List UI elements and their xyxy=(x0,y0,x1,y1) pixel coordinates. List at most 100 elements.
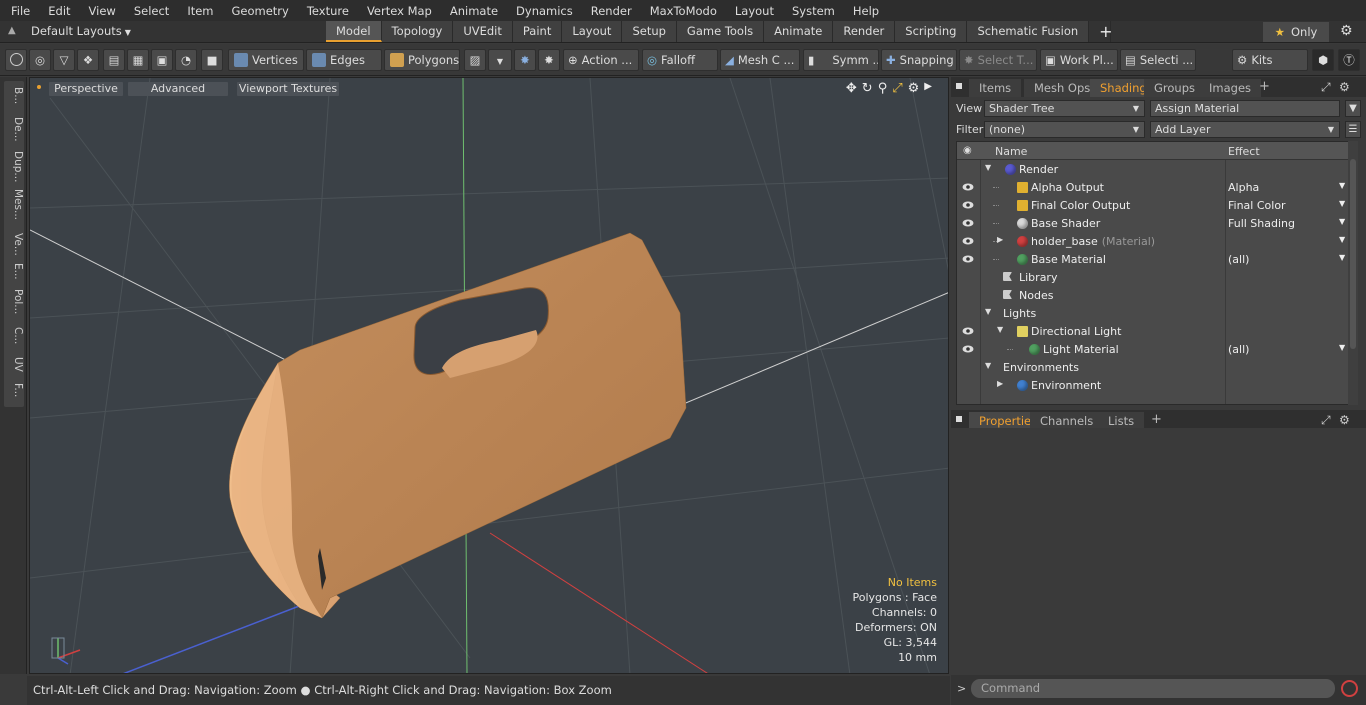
tab-uvedit[interactable]: UVEdit xyxy=(453,21,513,42)
tool-tab-4[interactable]: Ve... xyxy=(4,231,24,256)
item-mode-button[interactable]: ■ xyxy=(201,49,223,71)
shader-tree-row[interactable]: Base Shader Full Shading ▼ xyxy=(957,215,1348,233)
effect-column-header[interactable]: Effect xyxy=(1228,145,1260,158)
tool-tab-6[interactable]: Pol... xyxy=(4,287,24,314)
shader-tree-row[interactable]: Nodes xyxy=(957,287,1348,305)
tab-scripting[interactable]: Scripting xyxy=(895,21,968,42)
viewport-expand-icon[interactable]: ▶ xyxy=(924,81,932,96)
layer-effect[interactable]: (all) xyxy=(1228,343,1249,356)
maximize-view-icon[interactable]: ⤢ xyxy=(892,81,902,96)
symmetry-b-button[interactable]: ✸ xyxy=(538,49,560,71)
layer-effect[interactable]: Alpha xyxy=(1228,181,1259,194)
assign-material-button[interactable]: Assign Material xyxy=(1150,100,1340,117)
effect-dropdown-icon[interactable]: ▼ xyxy=(1339,343,1345,352)
shader-tree-row[interactable]: ▼ Directional Light xyxy=(957,323,1348,341)
menu-vertex-map[interactable]: Vertex Map xyxy=(355,4,438,18)
command-input[interactable]: Command xyxy=(971,679,1335,698)
panel-tab-images[interactable]: Images xyxy=(1199,79,1262,97)
name-column-header[interactable]: Name xyxy=(995,145,1027,158)
menu-animate[interactable]: Animate xyxy=(438,4,504,18)
effect-dropdown-icon[interactable]: ▼ xyxy=(1339,181,1345,190)
viewport-3d[interactable]: Perspective Advanced Viewport Textures ✥… xyxy=(29,77,949,674)
add-tab-icon[interactable]: + xyxy=(1151,412,1162,427)
maximize-panel-icon[interactable]: ⤢ xyxy=(1321,413,1331,428)
panel-tab-mesh-ops[interactable]: Mesh Ops xyxy=(1024,79,1101,97)
move-view-icon[interactable]: ✥ xyxy=(846,81,857,96)
only-button[interactable]: ★ Only xyxy=(1263,22,1329,42)
unity-button[interactable]: ⬢ xyxy=(1312,49,1334,71)
effect-dropdown-icon[interactable]: ▼ xyxy=(1339,199,1345,208)
tab-topology[interactable]: Topology xyxy=(381,21,454,42)
polygons-button[interactable]: Polygons xyxy=(384,49,460,71)
shader-tree-row[interactable]: Light Material (all) ▼ xyxy=(957,341,1348,359)
maximize-panel-icon[interactable]: ⤢ xyxy=(1321,80,1331,95)
viewport-canvas[interactable] xyxy=(30,78,949,674)
panel-gear-icon[interactable]: ⚙ xyxy=(1339,413,1350,427)
menu-dynamics[interactable]: Dynamics xyxy=(504,4,579,18)
align-tool[interactable]: ▤ xyxy=(103,49,125,71)
collapse-arrow-icon[interactable]: ▼ xyxy=(985,163,991,172)
menu-texture[interactable]: Texture xyxy=(295,4,355,18)
menu-file[interactable]: File xyxy=(0,4,36,18)
layout-selector[interactable]: Default Layouts ▼ xyxy=(31,24,131,38)
record-macro-icon[interactable] xyxy=(1341,680,1358,697)
view-select[interactable]: Shader Tree ▼ xyxy=(984,100,1145,117)
visibility-eye-icon[interactable] xyxy=(962,326,974,336)
layer-effect[interactable]: (all) xyxy=(1228,253,1249,266)
mode-dropdown[interactable]: ▼ xyxy=(488,49,512,71)
effect-dropdown-icon[interactable]: ▼ xyxy=(1339,253,1345,262)
visibility-eye-icon[interactable] xyxy=(962,182,974,192)
visibility-eye-icon[interactable] xyxy=(962,254,974,264)
tab-paint[interactable]: Paint xyxy=(512,21,563,42)
snapping-button[interactable]: ✚ Snapping xyxy=(881,49,957,71)
menu-select[interactable]: Select xyxy=(122,4,175,18)
menu-system[interactable]: System xyxy=(780,4,841,18)
unreal-button[interactable]: Ⓣ xyxy=(1338,49,1360,71)
selection-sets-button[interactable]: ▤ Selecti ... xyxy=(1120,49,1196,71)
tab-setup[interactable]: Setup xyxy=(622,21,677,42)
add-layout-tab-icon[interactable]: + xyxy=(1089,21,1113,42)
visibility-eye-icon[interactable] xyxy=(962,218,974,228)
panel-tab-groups[interactable]: Groups xyxy=(1144,79,1206,97)
viewport-textures-button[interactable]: Viewport Textures xyxy=(237,82,339,96)
shader-tree-row[interactable]: ▼ Render xyxy=(957,161,1348,179)
tab-layout[interactable]: Layout xyxy=(562,21,623,42)
work-plane-button[interactable]: ▣ Work Pl... xyxy=(1040,49,1118,71)
rotate-view-icon[interactable]: ↻ xyxy=(862,81,873,96)
menu-item[interactable]: Item xyxy=(175,4,219,18)
effect-dropdown-icon[interactable]: ▼ xyxy=(1339,235,1345,244)
frame-tool[interactable]: ▣ xyxy=(151,49,173,71)
symmetry-a-button[interactable]: ✸ xyxy=(514,49,536,71)
gear-icon[interactable]: ⚙ xyxy=(1340,23,1353,39)
shader-tree-row[interactable]: Base Material (all) ▼ xyxy=(957,251,1348,269)
tab-render[interactable]: Render xyxy=(833,21,896,42)
collapse-arrow-icon[interactable]: ▼ xyxy=(985,361,991,370)
expand-arrow-icon[interactable]: ▶ xyxy=(997,235,1003,244)
shader-tree-row[interactable]: ▶ holder_base (Material) ▼ xyxy=(957,233,1348,251)
layer-effect[interactable]: Full Shading xyxy=(1228,217,1295,230)
tool-tab-0[interactable]: B... xyxy=(4,85,24,104)
edges-button[interactable]: Edges xyxy=(306,49,382,71)
shader-tree-row[interactable]: Final Color Output Final Color ▼ xyxy=(957,197,1348,215)
shading-mode-button[interactable]: Advanced xyxy=(128,82,228,96)
shader-tree-row[interactable]: ▼ Lights xyxy=(957,305,1348,323)
viewport-menu-dot[interactable] xyxy=(37,85,41,89)
tool-tab-9[interactable]: F... xyxy=(4,381,24,397)
falloff-button[interactable]: ◎ Falloff xyxy=(642,49,718,71)
collapse-arrow-icon[interactable]: ▼ xyxy=(997,325,1003,334)
add-tab-icon[interactable]: + xyxy=(1259,79,1270,94)
panel-tab-items[interactable]: Items xyxy=(969,79,1022,97)
shader-tree-row[interactable]: ▶ Environment xyxy=(957,377,1348,395)
layer-effect[interactable]: Final Color xyxy=(1228,199,1286,212)
zoom-view-icon[interactable]: ⚲ xyxy=(878,81,888,96)
add-layer-select[interactable]: Add Layer ▼ xyxy=(1150,121,1340,138)
holder-base-mesh[interactable] xyxy=(229,232,687,619)
visibility-eye-icon[interactable] xyxy=(962,200,974,210)
shader-tree-row[interactable]: ▼ Environments xyxy=(957,359,1348,377)
expand-arrow-icon[interactable]: ▶ xyxy=(997,379,1003,388)
tab-animate[interactable]: Animate xyxy=(764,21,834,42)
tab-game-tools[interactable]: Game Tools xyxy=(676,21,765,42)
panel-menu-icon[interactable] xyxy=(956,83,962,89)
layout-toggle-icon[interactable]: ▲ xyxy=(8,25,20,37)
vertices-button[interactable]: Vertices xyxy=(228,49,304,71)
